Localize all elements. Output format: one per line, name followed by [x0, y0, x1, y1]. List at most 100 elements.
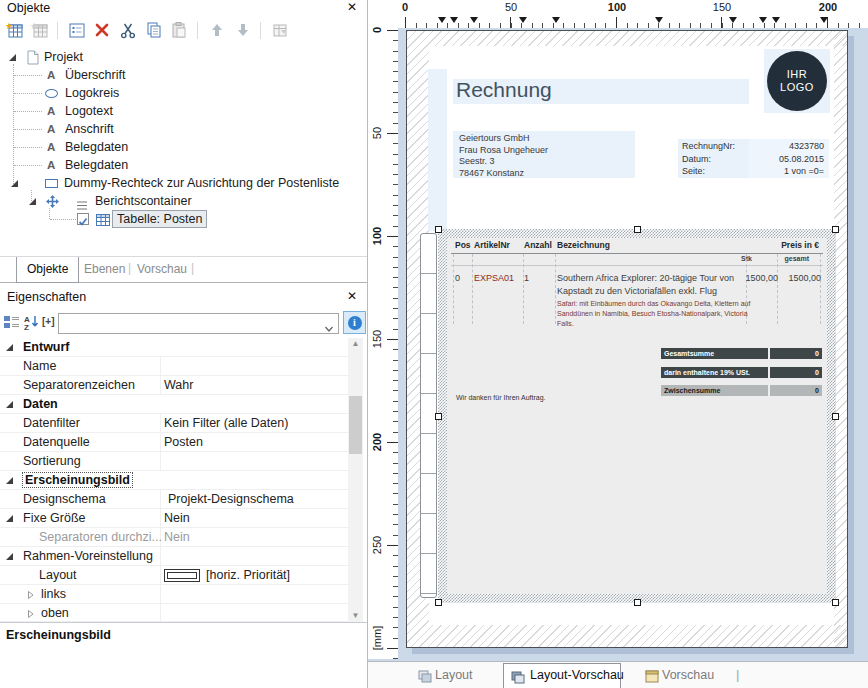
- expanded-triangle-icon[interactable]: [9, 54, 16, 61]
- selection-handle[interactable]: [634, 599, 641, 606]
- selected-table-object[interactable]: Pos ArtikelNr Anzahl Bezeichnung Preis i…: [438, 229, 836, 603]
- expanded-triangle-icon[interactable]: [29, 198, 36, 205]
- selection-handle[interactable]: [435, 413, 442, 420]
- cell-bezeichnung-line1: Southern Africa Explorer: 20-tägige Tour…: [557, 273, 734, 283]
- invoice-title-band[interactable]: Rechnung: [453, 79, 749, 104]
- column-marker[interactable]: [519, 17, 527, 23]
- tree-item-ueberschrift[interactable]: A Überschrift: [0, 66, 367, 84]
- collapsed-triangle-icon[interactable]: [27, 589, 35, 603]
- property-section-daten[interactable]: Daten: [0, 395, 348, 414]
- column-marker[interactable]: [655, 17, 663, 23]
- column-marker[interactable]: [450, 17, 458, 23]
- chevron-down-icon[interactable]: [324, 319, 334, 337]
- property-row-datenfilter[interactable]: DatenfilterKein Filter (alle Daten): [0, 414, 348, 433]
- tree-item-label: Logokreis: [65, 84, 119, 102]
- properties-icon[interactable]: [68, 21, 86, 39]
- tab-layout-vorschau[interactable]: Layout-Vorschau: [503, 663, 621, 688]
- new-table-icon[interactable]: ★: [5, 21, 23, 39]
- property-row-separatorenzeichen[interactable]: SeparatorenzeichenWahr: [0, 376, 348, 395]
- tree-item-label: Belegdaten: [65, 138, 128, 156]
- page-margin-hatch: [407, 625, 847, 647]
- property-row-layout[interactable]: Layout [horiz. Priorität]: [0, 566, 348, 585]
- property-row-fixe-groesse[interactable]: Fixe GrößeNein: [0, 509, 348, 528]
- column-guide: [555, 254, 556, 324]
- invoice-title: Rechnung: [456, 78, 552, 102]
- thanks-note: Wir danken für Ihren Auftrag.: [456, 394, 546, 401]
- column-marker[interactable]: [759, 17, 767, 23]
- tab-objekte[interactable]: Objekte: [16, 257, 79, 283]
- scroll-up-icon[interactable]: ▲: [348, 338, 363, 350]
- property-grid-scrollbar[interactable]: ▲ ▼: [348, 338, 363, 622]
- properties-panel-title: Eigenschaften: [7, 290, 86, 304]
- layout-vorschau-tab-icon: [511, 670, 525, 683]
- objects-panel-header: Objekte ✕: [0, 0, 367, 17]
- tree-item-logotext[interactable]: A Logotext: [0, 102, 367, 120]
- tab-vorschau-bottom[interactable]: Vorschau: [662, 668, 714, 682]
- property-row-links[interactable]: links: [0, 585, 348, 604]
- column-guide: [523, 254, 524, 324]
- sort-alphabetical-icon[interactable]: AZ: [24, 314, 42, 332]
- document-page[interactable]: Rechnung IHR LOGO Geiertours GmbH Frau R…: [406, 30, 848, 648]
- tab-layout[interactable]: Layout: [435, 668, 473, 682]
- selection-handle[interactable]: [832, 226, 839, 233]
- cell-pos: 0: [455, 273, 460, 283]
- tab-ebenen[interactable]: Ebenen: [84, 262, 125, 276]
- tree-item-belegdaten-2[interactable]: A Belegdaten: [0, 156, 367, 174]
- property-row-separatoren-durchziehen[interactable]: Separatoren durchzi...Nein: [0, 528, 348, 547]
- vertical-ruler: 0 50 100 150 200 250 [mm]: [368, 18, 398, 659]
- categorized-view-icon[interactable]: [3, 314, 21, 332]
- column-marker[interactable]: [470, 17, 478, 23]
- column-guide: [777, 254, 778, 324]
- tree-item-berichtscontainer[interactable]: Berichtscontainer: [0, 192, 367, 210]
- rectangle-object-icon: [45, 179, 58, 188]
- column-marker[interactable]: [552, 17, 560, 23]
- object-tree: Projekt A Überschrift Logokreis A Logote…: [0, 46, 367, 256]
- tab-vorschau[interactable]: Vorschau: [137, 262, 187, 276]
- new-table-disabled-icon: ★: [30, 21, 48, 39]
- checkbox-checked[interactable]: [77, 213, 89, 225]
- cell-description-line3: Falls.: [557, 319, 574, 329]
- tree-item-dummy-rechteck[interactable]: Dummy-Rechteck zur Ausrichtung der Poste…: [0, 174, 367, 192]
- property-row-datenquelle[interactable]: DatenquellePosten: [0, 433, 348, 452]
- selection-handle[interactable]: [435, 599, 442, 606]
- table-subheader-line: [451, 265, 823, 266]
- tree-item-projekt[interactable]: Projekt: [0, 48, 367, 66]
- property-row-designschema[interactable]: DesignschemaProjekt-Designschema: [0, 490, 348, 509]
- selection-handle[interactable]: [832, 599, 839, 606]
- copy-icon[interactable]: [145, 21, 163, 39]
- column-marker[interactable]: [772, 17, 780, 23]
- column-marker[interactable]: [729, 17, 737, 23]
- collapsed-triangle-icon[interactable]: [27, 608, 35, 622]
- table-object-icon: [96, 213, 110, 231]
- property-section-entwurf[interactable]: Entwurf: [0, 338, 348, 357]
- info-button[interactable]: i: [343, 311, 366, 334]
- delete-icon[interactable]: [93, 21, 111, 39]
- property-row-sortierung[interactable]: Sortierung: [0, 452, 348, 471]
- cut-icon[interactable]: [119, 21, 137, 39]
- close-icon[interactable]: ✕: [347, 289, 357, 303]
- sender-address-block[interactable]: Geiertours GmbH Frau Rosa Ungeheuer Sees…: [453, 131, 635, 178]
- tree-item-tabelle-posten[interactable]: Tabelle: Posten: [0, 210, 367, 228]
- property-row-name[interactable]: Name: [0, 357, 348, 376]
- scroll-down-icon[interactable]: ▼: [348, 610, 363, 622]
- column-marker[interactable]: [438, 17, 446, 23]
- tree-item-belegdaten-1[interactable]: A Belegdaten: [0, 138, 367, 156]
- info-icon: i: [348, 316, 362, 330]
- tree-item-anschrift[interactable]: A Anschrift: [0, 120, 367, 138]
- invoice-meta-values[interactable]: 4323780 05.08.2015 1 von =0=: [749, 139, 829, 178]
- expanded-triangle-icon[interactable]: [11, 180, 18, 187]
- property-filter-combobox[interactable]: [58, 313, 339, 334]
- scrollbar-thumb[interactable]: [349, 396, 362, 454]
- selection-handle[interactable]: [832, 413, 839, 420]
- tree-item-logokreis[interactable]: Logokreis: [0, 84, 367, 102]
- column-marker[interactable]: [820, 17, 828, 23]
- selection-handle[interactable]: [435, 226, 442, 233]
- logo-area[interactable]: IHR LOGO: [764, 49, 830, 113]
- property-section-erscheinungsbild[interactable]: Erscheinungsbild: [0, 471, 348, 490]
- property-row-rahmen-voreinstellung[interactable]: Rahmen-Voreinstellung: [0, 547, 348, 566]
- property-row-oben[interactable]: oben: [0, 604, 348, 622]
- close-icon[interactable]: ✕: [347, 0, 357, 14]
- invoice-meta-labels[interactable]: RechnungNr: Datum: Seite:: [678, 139, 749, 178]
- selection-handle[interactable]: [634, 226, 641, 233]
- ruler-label: 50: [505, 1, 517, 13]
